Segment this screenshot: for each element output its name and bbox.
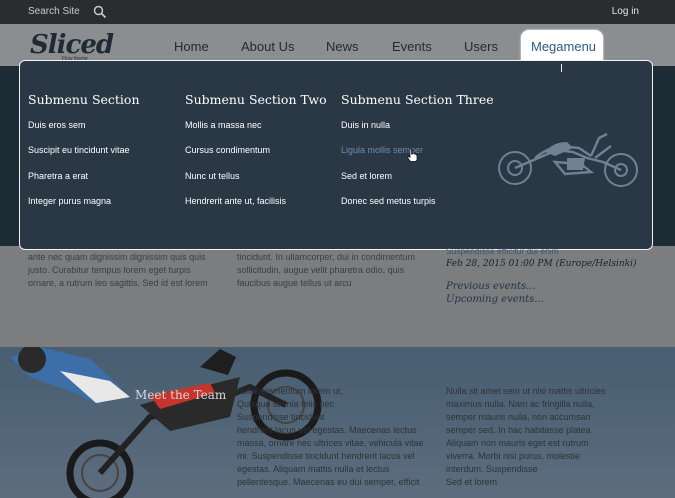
search-label[interactable]: Search Site: [28, 6, 80, 17]
content-col1: ante nec quam dignissim dignissim quis q…: [28, 252, 208, 288]
submenu-link[interactable]: Suscipit eu tincidunt vitae: [28, 145, 130, 155]
tab-indicator: [561, 64, 562, 72]
upcoming-events-link[interactable]: Upcoming events...: [446, 294, 544, 305]
submenu-link[interactable]: Sed et lorem: [341, 171, 392, 181]
nav-item-events[interactable]: Events: [392, 39, 432, 54]
submenu-section-three-title: Submenu Section Three: [341, 92, 494, 107]
nav-item-home[interactable]: Home: [174, 39, 209, 54]
submenu-link[interactable]: Nunc ut tellus: [185, 171, 240, 181]
nav-item-megamenu-label: Megamenu: [531, 39, 597, 54]
submenu-section-title: Submenu Section: [28, 92, 140, 107]
submenu-link[interactable]: Donec sed metus turpis: [341, 196, 436, 206]
hand-cursor-icon: [407, 148, 418, 162]
hero-title: Meet the Team: [135, 388, 227, 402]
submenu-link[interactable]: Hendrerit ante ut, facilisis: [185, 196, 286, 206]
search-icon[interactable]: [93, 5, 107, 19]
nav-item-about-us[interactable]: About Us: [241, 39, 294, 54]
login-link[interactable]: Log in: [612, 6, 639, 17]
event-link[interactable]: Suspendisse efficitur dui enim: [446, 246, 559, 256]
submenu-link[interactable]: Cursus condimentum: [185, 145, 270, 155]
hero-col1: nulla, elementum lorem ut, Quisque lacini…: [237, 386, 424, 487]
hero-col2: Nulla sit amet sem ut nisi mattis ultric…: [446, 386, 606, 487]
submenu-link[interactable]: Integer purus magna: [28, 196, 111, 206]
submenu-link[interactable]: Duis eros sem: [28, 120, 86, 130]
nav-item-users[interactable]: Users: [464, 39, 498, 54]
submenu-section-two-title: Submenu Section Two: [185, 92, 327, 107]
submenu-link[interactable]: Duis in nulla: [341, 120, 390, 130]
motorcycle-icon: [498, 132, 638, 187]
top-bar: Search Site Log in: [0, 0, 675, 24]
previous-events-link[interactable]: Previous events...: [446, 281, 536, 292]
event-date: Feb 28, 2015 01:00 PM (Europe/Helsinki): [446, 259, 637, 269]
nav-item-news[interactable]: News: [326, 39, 359, 54]
submenu-link[interactable]: Pharetra a erat: [28, 171, 88, 181]
content-col2: tincidunt. In ullamcorper, dui in condim…: [237, 252, 416, 288]
submenu-link[interactable]: Mollis a massa nec: [185, 120, 262, 130]
